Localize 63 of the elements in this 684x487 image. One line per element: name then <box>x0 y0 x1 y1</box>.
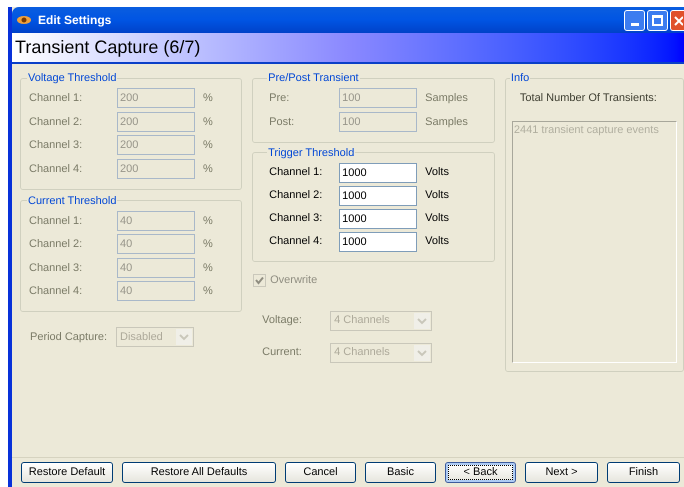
dialog-button[interactable]: Finish <box>607 462 680 483</box>
unit-label: Volts <box>425 165 450 180</box>
percent-sign: % <box>203 114 214 130</box>
window-title: Edit Settings <box>38 12 112 29</box>
unit-label: Samples <box>425 114 469 130</box>
unit-label: Samples <box>425 91 469 106</box>
field-label: Channel 2: <box>269 188 324 204</box>
field-label: Voltage: <box>262 313 303 328</box>
chevron-down-icon <box>176 329 192 345</box>
close-button[interactable] <box>670 10 684 30</box>
field-label: Channel 4: <box>269 234 324 250</box>
chevron-down-icon <box>414 312 430 328</box>
field-label: Channel 1: <box>29 91 84 106</box>
field-label: Channel 2: <box>29 237 84 252</box>
group-title: Trigger Threshold <box>267 146 356 160</box>
field-label: Pre: <box>269 91 290 106</box>
minimize-button[interactable] <box>624 10 645 30</box>
unit-label: Volts <box>425 211 450 226</box>
minimize-icon <box>630 22 638 26</box>
dialog-button[interactable]: Restore Default <box>21 462 113 483</box>
percent-sign: % <box>203 138 214 153</box>
close-icon <box>672 14 682 26</box>
field-label: Channel 3: <box>29 138 84 153</box>
maximize-button[interactable] <box>647 10 668 30</box>
number-field[interactable]: 1000 <box>339 186 418 206</box>
dialog-button[interactable]: Next > <box>525 462 598 483</box>
field-label: Post: <box>269 114 296 130</box>
group-title: Voltage Threshold <box>27 71 118 86</box>
field-label: Channel 3: <box>29 260 84 276</box>
percent-sign: % <box>203 284 214 299</box>
number-field[interactable]: 1000 <box>339 232 418 252</box>
field-label: Channel 1: <box>29 214 84 228</box>
field-label: Current: <box>262 345 303 360</box>
field-label: Channel 1: <box>269 165 324 180</box>
percent-sign: % <box>203 91 214 106</box>
percent-sign: % <box>203 162 214 176</box>
field-label: Channel 4: <box>29 284 84 299</box>
group-title: Info <box>510 71 530 86</box>
unit-label: Volts <box>425 234 450 250</box>
dialog-button[interactable]: < Back <box>445 462 516 483</box>
field-label: Channel 4: <box>29 162 84 176</box>
transient-count-text: 2441 transient capture events <box>514 124 659 136</box>
field-label: Channel 3: <box>269 211 324 226</box>
dialog-button[interactable]: Basic <box>365 462 436 483</box>
number-field[interactable]: 1000 <box>339 208 418 228</box>
maximize-icon <box>652 14 663 26</box>
checkmark-icon <box>255 276 264 285</box>
dialog-button[interactable]: Restore All Defaults <box>122 462 276 483</box>
percent-sign: % <box>203 237 214 252</box>
percent-sign: % <box>203 260 214 276</box>
info-label: Total Number Of Transients: <box>520 90 658 106</box>
field-label: Period Capture: <box>30 330 108 345</box>
checkbox-label: Overwrite <box>270 273 318 288</box>
field-label: Channel 2: <box>29 114 84 130</box>
dialog-button[interactable]: Cancel <box>285 462 356 483</box>
unit-label: Volts <box>425 188 450 204</box>
group-title: Pre/Post Transient <box>267 71 360 86</box>
percent-sign: % <box>203 214 214 228</box>
group-title: Current Threshold <box>27 194 118 208</box>
page-title: Transient Capture (6/7) <box>15 36 200 59</box>
number-field[interactable]: 1000 <box>339 162 418 182</box>
app-icon <box>16 15 32 25</box>
chevron-down-icon <box>414 344 430 360</box>
